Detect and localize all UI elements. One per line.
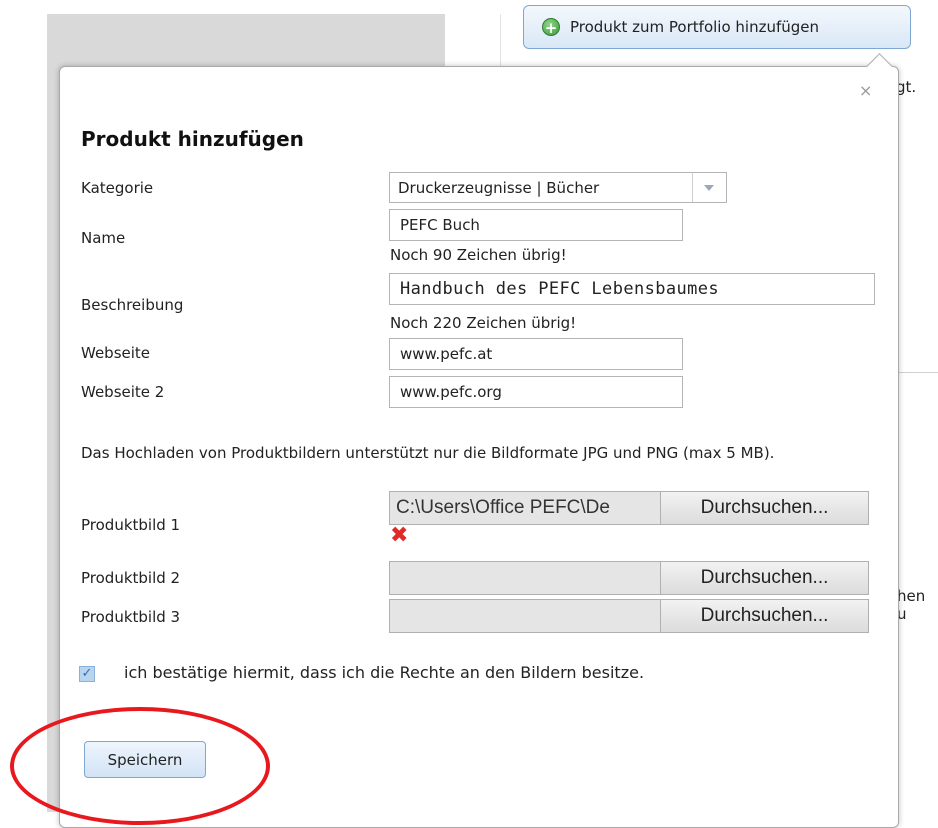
category-select[interactable]: Druckerzeugnisse | Bücher — [389, 172, 727, 203]
add-product-to-portfolio-button[interactable]: + Produkt zum Portfolio hinzufügen — [523, 5, 911, 49]
add-circle-icon: + — [542, 18, 560, 37]
background-text-fragment-2: hen u — [897, 587, 926, 623]
save-button[interactable]: Speichern — [84, 741, 206, 778]
name-label: Name — [81, 229, 126, 247]
upload-info-text: Das Hochladen von Produktbildern unterst… — [81, 444, 775, 462]
select-separator — [692, 173, 693, 202]
add-product-dialog: × Produkt hinzufügen Kategorie Druckerze… — [59, 66, 899, 828]
description-label: Beschreibung — [81, 296, 184, 314]
rights-checkbox-label: ich bestätige hiermit, dass ich die Rech… — [124, 663, 645, 682]
product-image-2-label: Produktbild 2 — [81, 569, 181, 587]
product-image-2-file-input[interactable]: Durchsuchen... — [389, 561, 869, 595]
dialog-title: Produkt hinzufügen — [81, 127, 304, 151]
product-image-3-file-input[interactable]: Durchsuchen... — [389, 599, 869, 633]
category-label: Kategorie — [81, 179, 154, 197]
remove-image-icon[interactable]: ✖ — [390, 525, 408, 547]
website-input[interactable] — [389, 338, 683, 370]
add-product-label: Produkt zum Portfolio hinzufügen — [570, 18, 820, 36]
chevron-down-icon — [704, 185, 714, 191]
name-char-counter: Noch 90 Zeichen übrig! — [390, 246, 567, 264]
rights-checkbox[interactable]: ✓ — [79, 666, 95, 682]
website-2-label: Webseite 2 — [81, 383, 165, 401]
category-value: Druckerzeugnisse | Bücher — [398, 178, 600, 197]
product-image-2-path — [390, 562, 660, 594]
description-input[interactable] — [389, 273, 875, 305]
product-image-1-file-input[interactable]: C:\Users\Office PEFC\De Durchsuchen... — [389, 491, 869, 525]
description-char-counter: Noch 220 Zeichen übrig! — [390, 314, 577, 332]
background-text-fragment: gt. — [896, 78, 917, 96]
product-image-1-label: Produktbild 1 — [81, 516, 181, 534]
product-image-3-path — [390, 600, 660, 632]
close-icon[interactable]: × — [859, 81, 872, 100]
website-2-input[interactable] — [389, 376, 683, 408]
product-image-2-browse-button[interactable]: Durchsuchen... — [660, 562, 868, 594]
product-image-3-label: Produktbild 3 — [81, 608, 181, 626]
product-image-1-path: C:\Users\Office PEFC\De — [396, 497, 610, 518]
product-image-3-browse-button[interactable]: Durchsuchen... — [660, 600, 868, 632]
name-input[interactable] — [389, 209, 683, 241]
website-label: Webseite — [81, 344, 151, 362]
product-image-1-browse-button[interactable]: Durchsuchen... — [660, 492, 868, 524]
